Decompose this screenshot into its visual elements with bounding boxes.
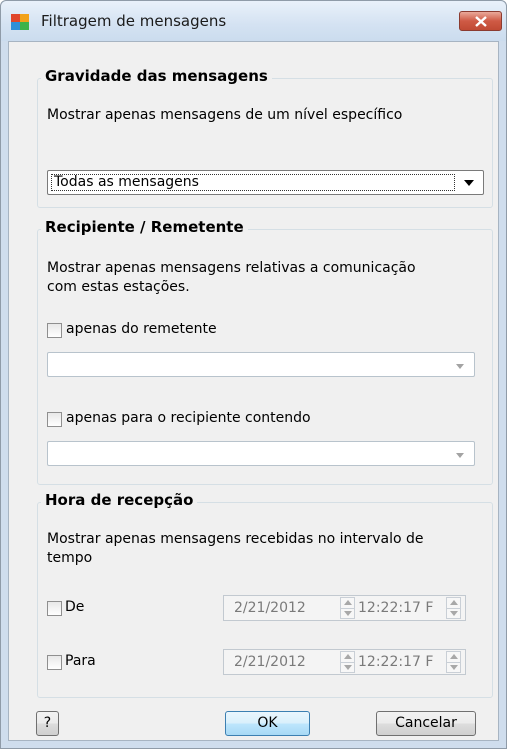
reception-time-group: Hora de recepção Mostrar apenas mensagen…	[37, 491, 493, 698]
arrow-up-icon	[344, 654, 352, 659]
from-label[interactable]: De	[65, 599, 84, 615]
dialog-window: Filtragem de mensagens Gravidade das men…	[0, 0, 507, 749]
recipient-checkbox-label[interactable]: apenas para o recipiente contendo	[66, 410, 311, 426]
recipient-legend: Recipiente / Remetente	[41, 218, 248, 236]
arrow-up-icon	[450, 654, 458, 659]
sender-combobox[interactable]	[47, 352, 475, 377]
app-logo-icon	[11, 12, 33, 32]
sender-checkbox[interactable]	[47, 323, 62, 338]
recipient-checkbox[interactable]	[47, 412, 62, 427]
from-date-spinner[interactable]	[340, 597, 355, 619]
arrow-up-icon	[450, 600, 458, 605]
recipient-combobox[interactable]	[47, 441, 475, 466]
severity-selected: Todas as mensagens	[51, 174, 455, 191]
from-checkbox[interactable]	[47, 601, 62, 616]
to-time-spinner[interactable]	[446, 651, 461, 673]
close-button[interactable]	[459, 11, 502, 31]
from-datetime-picker[interactable]: 2/21/2012 12:22:17 F	[223, 595, 466, 621]
recipient-sender-group: Recipiente / Remetente Mostrar apenas me…	[37, 218, 493, 485]
severity-legend: Gravidade das mensagens	[41, 67, 272, 85]
to-label[interactable]: Para	[65, 653, 96, 669]
severity-description: Mostrar apenas mensagens de um nível esp…	[47, 107, 403, 123]
arrow-down-icon	[450, 611, 458, 616]
severity-group: Gravidade das mensagens Mostrar apenas m…	[37, 67, 493, 208]
dialog-body: Gravidade das mensagens Mostrar apenas m…	[8, 41, 499, 741]
help-button[interactable]: ?	[36, 711, 59, 736]
to-date-spinner[interactable]	[340, 651, 355, 673]
arrow-down-icon	[344, 665, 352, 670]
window-title: Filtragem de mensagens	[41, 12, 227, 30]
title-bar[interactable]: Filtragem de mensagens	[1, 1, 506, 41]
time-description-line1: Mostrar apenas mensagens recebidas no in…	[47, 531, 424, 547]
arrow-up-icon	[344, 600, 352, 605]
time-legend: Hora de recepção	[41, 491, 198, 509]
recipient-description-line1: Mostrar apenas mensagens relativas a com…	[47, 260, 416, 276]
to-time[interactable]: 12:22:17 F	[358, 654, 444, 670]
chevron-down-icon	[450, 353, 470, 376]
recipient-description-line2: com estas estações.	[47, 279, 190, 295]
ok-button[interactable]: OK	[225, 711, 310, 736]
to-datetime-picker[interactable]: 2/21/2012 12:22:17 F	[223, 649, 466, 675]
from-time-spinner[interactable]	[446, 597, 461, 619]
arrow-down-icon	[450, 665, 458, 670]
arrow-down-icon	[344, 611, 352, 616]
chevron-down-icon	[450, 442, 470, 465]
chevron-down-icon	[459, 171, 479, 194]
to-checkbox[interactable]	[47, 655, 62, 670]
to-date[interactable]: 2/21/2012	[234, 654, 306, 670]
from-date[interactable]: 2/21/2012	[234, 600, 306, 616]
from-time[interactable]: 12:22:17 F	[358, 600, 444, 616]
cancel-button[interactable]: Cancelar	[376, 711, 476, 736]
sender-checkbox-label[interactable]: apenas do remetente	[66, 321, 217, 337]
severity-dropdown[interactable]: Todas as mensagens	[47, 170, 484, 195]
time-description-line2: tempo	[47, 550, 93, 566]
close-icon	[475, 16, 487, 27]
